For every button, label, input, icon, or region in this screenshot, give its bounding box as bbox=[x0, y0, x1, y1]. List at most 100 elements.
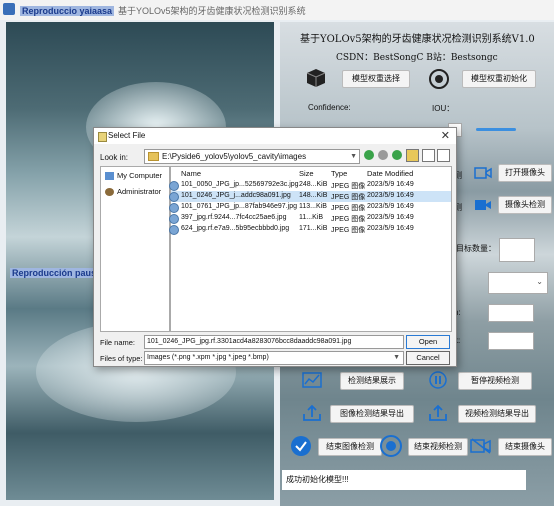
author-info: CSDN：BestSongC B站：Bestsongc bbox=[336, 53, 498, 63]
dialog-title-bar: Select File ✕ bbox=[94, 128, 456, 144]
computer-icon bbox=[105, 172, 114, 181]
status-bar: 成功初始化模型!!! bbox=[282, 470, 526, 490]
file-row-selected[interactable]: 101_0246_JPG_j...addc98a091.jpg 148...Ki… bbox=[169, 191, 451, 202]
file-size: 148...KiB bbox=[299, 192, 328, 199]
export-image-results-button[interactable]: 图像检测结果导出 bbox=[330, 405, 414, 423]
file-date: 2023/5/9 16:49 bbox=[367, 181, 414, 188]
detail-view-icon[interactable] bbox=[437, 149, 450, 162]
camera-icon bbox=[474, 167, 492, 179]
image-file-icon bbox=[169, 192, 179, 202]
pause-video-button[interactable]: 暂停视频检测 bbox=[458, 372, 532, 390]
open-camera-button[interactable]: 打开摄像头 bbox=[498, 164, 552, 182]
file-name: 101_0761_JPG_jp...87fab946e97.jpg bbox=[181, 203, 297, 210]
sidebar-item-administrator[interactable]: Administrator bbox=[105, 187, 162, 197]
look-in-combo[interactable]: E:\Pyside6_yolov5\yolov5_cavity\images ▼ bbox=[144, 149, 360, 164]
list-view-icon[interactable] bbox=[422, 149, 435, 162]
cancel-button[interactable]: Cancel bbox=[406, 351, 450, 365]
file-type: JPEG 图像 bbox=[331, 227, 366, 234]
confidence-label: Confidence: bbox=[308, 103, 351, 112]
close-icon[interactable]: ✕ bbox=[441, 129, 450, 142]
target-count-display bbox=[499, 238, 535, 262]
file-name: 624_jpg.rf.e7a9...5b95ecbbbd0.jpg bbox=[181, 225, 290, 232]
title-bar: Reproduccio yaiaasa 基于YOLOv5架构的牙齿健康状况检测识别… bbox=[0, 0, 554, 20]
pause-icon bbox=[429, 371, 447, 389]
file-name-label: File name: bbox=[100, 338, 136, 347]
export-video-results-button[interactable]: 视频检测结果导出 bbox=[458, 405, 536, 423]
file-list: Name Size Type Date Modified 101_0050_JP… bbox=[169, 166, 452, 332]
target-count-label: 目标数量： bbox=[456, 244, 496, 253]
open-button[interactable]: Open bbox=[406, 335, 450, 349]
system-title: 基于YOLOv5架构的牙齿健康状况检测识别系统V1.0 bbox=[300, 34, 535, 45]
image-file-icon bbox=[169, 214, 179, 224]
file-row[interactable]: 624_jpg.rf.e7a9...5b95ecbbbd0.jpg 171...… bbox=[169, 224, 451, 235]
file-type-select[interactable]: Images (*.png *.xpm *.jpg *.jpeg *.bmp) ▼ bbox=[144, 351, 404, 365]
up-icon[interactable] bbox=[392, 150, 402, 160]
file-type-label: Files of type: bbox=[100, 354, 143, 363]
chevron-down-icon: ▼ bbox=[350, 153, 357, 160]
iou-slider[interactable] bbox=[476, 128, 516, 131]
places-sidebar: My Computer Administrator bbox=[100, 166, 170, 332]
init-model-button[interactable]: 模型权重初始化 bbox=[462, 70, 536, 88]
sidebar-item-my-computer[interactable]: My Computer bbox=[105, 171, 163, 181]
dialog-icon bbox=[98, 132, 107, 142]
target-icon bbox=[429, 69, 449, 89]
file-row[interactable]: 397_jpg.rf.9244...7fc4cc25ae6.jpg 11...K… bbox=[169, 213, 451, 224]
select-model-button[interactable]: 模型权重选择 bbox=[342, 70, 410, 88]
file-date: 2023/5/9 16:49 bbox=[367, 225, 414, 232]
column-header-type[interactable]: Type bbox=[331, 169, 347, 178]
user-icon bbox=[105, 188, 114, 197]
end-video-detect-button[interactable]: 结束视频检测 bbox=[408, 438, 468, 456]
camera-detect-button[interactable]: 摄像头检测 bbox=[498, 196, 552, 214]
file-date: 2023/5/9 16:49 bbox=[367, 192, 414, 199]
file-size: 113...KiB bbox=[299, 203, 327, 210]
file-size: 11...KiB bbox=[299, 214, 323, 221]
file-date: 2023/5/9 16:49 bbox=[367, 214, 414, 221]
file-name: 101_0246_JPG_j...addc98a091.jpg bbox=[181, 192, 291, 199]
chevron-down-icon: ▼ bbox=[393, 354, 400, 361]
file-size: 248...KiB bbox=[299, 181, 328, 188]
image-file-icon bbox=[169, 225, 179, 235]
chart-icon bbox=[302, 372, 322, 388]
new-folder-icon[interactable] bbox=[406, 149, 419, 162]
column-header-name[interactable]: Name bbox=[181, 169, 201, 178]
look-in-value: E:\Pyside6_yolov5\yolov5_cavity\images bbox=[162, 152, 307, 161]
file-type: JPEG 图像 bbox=[331, 183, 366, 190]
forward-icon[interactable] bbox=[378, 150, 388, 160]
xmax-field[interactable] bbox=[488, 332, 534, 350]
end-camera-button[interactable]: 结束摄像头 bbox=[498, 438, 552, 456]
main-window: Reproduccio yaiaasa 基于YOLOv5架构的牙齿健康状况检测识别… bbox=[0, 0, 554, 506]
file-name: 397_jpg.rf.9244...7fc4cc25ae6.jpg bbox=[181, 214, 287, 221]
target-select-dropdown[interactable]: ⌄ bbox=[488, 272, 548, 294]
file-type: JPEG 图像 bbox=[331, 194, 366, 201]
file-row[interactable]: 101_0761_JPG_jp...87fab946e97.jpg 113...… bbox=[169, 202, 451, 213]
sidebar-item-label: My Computer bbox=[117, 171, 163, 180]
file-type: JPEG 图像 bbox=[331, 205, 366, 212]
check-circle-icon bbox=[291, 436, 311, 456]
video-camera-icon bbox=[475, 200, 491, 210]
back-icon[interactable] bbox=[364, 150, 374, 160]
dialog-title: Select File bbox=[108, 131, 146, 140]
column-header-size[interactable]: Size bbox=[299, 169, 314, 178]
column-header-date[interactable]: Date Modified bbox=[367, 169, 413, 178]
iou-label: IOU： bbox=[432, 104, 455, 113]
file-type: JPEG 图像 bbox=[331, 216, 366, 223]
image-file-icon bbox=[169, 181, 179, 191]
file-row[interactable]: 101_0050_JPG_jp...52569792e3c.jpg 248...… bbox=[169, 180, 451, 191]
file-date: 2023/5/9 16:49 bbox=[367, 203, 414, 210]
end-image-detect-button[interactable]: 结束图像检测 bbox=[318, 438, 382, 456]
image-file-icon bbox=[169, 203, 179, 213]
camera-off-icon bbox=[470, 438, 491, 454]
show-results-button[interactable]: 检测结果展示 bbox=[340, 372, 404, 390]
upload-icon-2 bbox=[429, 404, 447, 421]
cube-icon bbox=[306, 69, 326, 87]
file-name: 101_0050_JPG_jp...52569792e3c.jpg bbox=[181, 181, 299, 188]
sidebar-item-label: Administrator bbox=[117, 187, 162, 196]
title-highlight: Reproduccio yaiaasa bbox=[20, 6, 115, 16]
title-text: 基于YOLOv5架构的牙齿健康状况检测识别系统 bbox=[118, 6, 306, 16]
upload-icon bbox=[303, 404, 321, 421]
look-in-label: Look in: bbox=[100, 153, 129, 162]
file-type-value: Images (*.png *.xpm *.jpg *.jpeg *.bmp) bbox=[147, 354, 269, 361]
file-size: 171...KiB bbox=[299, 225, 328, 232]
file-name-input[interactable]: 101_0246_JPG_jpg.rf.3301acd4a8283076bcc8… bbox=[144, 335, 404, 349]
xmin-field[interactable] bbox=[488, 304, 534, 322]
